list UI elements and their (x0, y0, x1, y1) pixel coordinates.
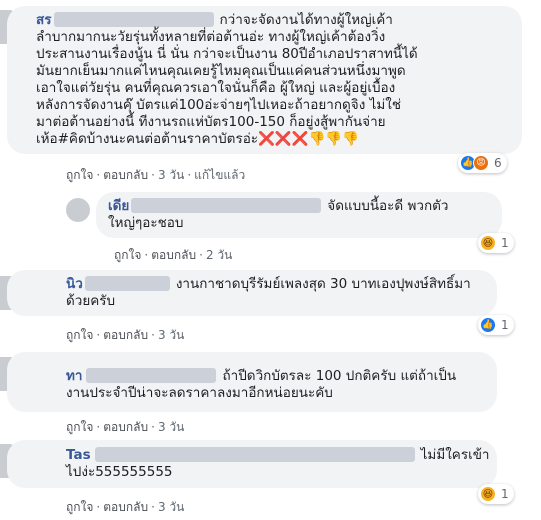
reaction-summary[interactable]: 😆 1 (478, 484, 514, 504)
commenter-name[interactable]: นิว (66, 276, 83, 292)
comment-text: ทา ถ้าปีดวิกบัตรละ 100 ปกติครับ แต่ถ้าเป็… (66, 368, 457, 401)
reaction-summary[interactable]: 👍 😡 6 (458, 153, 507, 173)
like-link[interactable]: ถูกใจ (66, 328, 93, 342)
redacted-name (131, 198, 322, 213)
redacted-name (86, 368, 217, 383)
commenter-name[interactable]: สร (36, 12, 52, 28)
comment-text: นิว งานกาชาดบุรีรัมย์เพลงสุด 30 บาทเองปุพ… (66, 276, 471, 309)
comment-actions: ถูกใจ · ตอบกลับ · 3 วัน (66, 328, 185, 342)
commenter-name[interactable]: เดีย (108, 198, 129, 214)
like-link[interactable]: ถูกใจ (66, 168, 93, 182)
timestamp[interactable]: 3 วัน (158, 500, 184, 514)
commenter-name[interactable]: ทา (66, 368, 82, 384)
timestamp[interactable]: 3 วัน (158, 420, 184, 434)
reply-link[interactable]: ตอบกลับ (103, 328, 148, 342)
like-link[interactable]: ถูกใจ (66, 420, 93, 434)
redacted-name (53, 12, 214, 27)
reply-link[interactable]: ตอบกลับ (103, 168, 148, 182)
haha-reaction-icon: 😆 (480, 486, 496, 502)
reaction-count: 1 (501, 318, 509, 332)
like-link[interactable]: ถูกใจ (114, 248, 141, 262)
reaction-count: 1 (501, 487, 509, 501)
redacted-name (94, 447, 415, 462)
timestamp[interactable]: 2 วัน (206, 248, 232, 262)
comment-actions: ถูกใจ · ตอบกลับ · 3 วัน (66, 420, 185, 434)
reaction-count: 1 (501, 236, 509, 250)
reaction-summary[interactable]: 😆 1 (478, 233, 514, 253)
commenter-avatar[interactable] (66, 198, 90, 222)
comment-text: Tas ไม่มีใครเข้า ไปง่ะ555555555 (66, 447, 490, 480)
reply-link[interactable]: ตอบกลับ (103, 420, 148, 434)
comment-text: เดีย จัดแบบนี้อะดี พวกตัว ใหญ่ๆอะชอบ (108, 198, 449, 231)
timestamp[interactable]: 3 วัน (158, 168, 184, 182)
reaction-summary[interactable]: 👍 1 (478, 315, 514, 335)
comment-actions: ถูกใจ · ตอบกลับ · 2 วัน (114, 248, 233, 262)
comment-actions: ถูกใจ · ตอบกลับ · 3 วัน (66, 500, 185, 514)
edited-label[interactable]: แก้ไขแล้ว (194, 168, 245, 182)
haha-reaction-icon: 😆 (480, 235, 496, 251)
like-reaction-icon: 👍 (480, 317, 496, 333)
reply-link[interactable]: ตอบกลับ (103, 500, 148, 514)
reaction-count: 6 (494, 156, 502, 170)
like-link[interactable]: ถูกใจ (66, 500, 93, 514)
redacted-name (84, 276, 170, 291)
comment-actions: ถูกใจ · ตอบกลับ · 3 วัน · แก้ไขแล้ว (66, 168, 246, 182)
comment-text: สร กว่าจะจัดงานได้ทางผู้ใหญ่เค้า ลำบากมาก… (36, 12, 418, 147)
commenter-name[interactable]: Tas (66, 447, 91, 463)
timestamp[interactable]: 3 วัน (158, 328, 184, 342)
reply-link[interactable]: ตอบกลับ (151, 248, 196, 262)
angry-reaction-icon: 😡 (473, 155, 489, 171)
emoji-tail: ❌❌❌👎👎👎 (258, 131, 359, 147)
